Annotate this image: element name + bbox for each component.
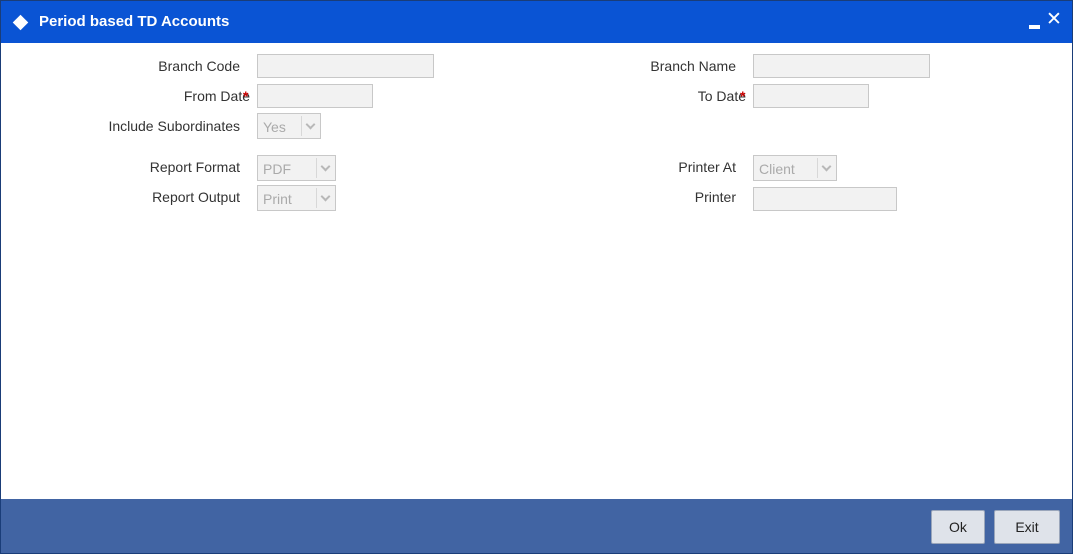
- exit-button[interactable]: Exit: [994, 510, 1060, 544]
- from-date-required-marker: *: [243, 88, 249, 104]
- branch-name-field[interactable]: [753, 54, 930, 78]
- report-format-select[interactable]: PDF: [257, 155, 336, 181]
- to-date-label: To Date: [697, 88, 746, 104]
- from-date-label: From Date: [183, 88, 250, 104]
- diamond-icon: [12, 14, 29, 31]
- include-subordinates-select[interactable]: Yes: [257, 113, 321, 139]
- branch-code-field[interactable]: [257, 54, 434, 78]
- printer-at-select[interactable]: Client: [753, 155, 837, 181]
- dialog-window: Period based TD Accounts ✕ Branch Code B…: [0, 0, 1073, 554]
- report-output-label: Report Output: [152, 189, 240, 205]
- printer-label: Printer: [694, 189, 736, 205]
- printer-field[interactable]: [753, 187, 897, 211]
- close-icon[interactable]: ✕: [1046, 9, 1062, 29]
- chevron-down-icon: [817, 158, 836, 178]
- chevron-down-icon: [316, 158, 335, 178]
- window-title: Period based TD Accounts: [39, 13, 230, 30]
- include-subordinates-label: Include Subordinates: [108, 118, 240, 134]
- from-date-field[interactable]: [257, 84, 373, 108]
- chevron-down-icon: [301, 116, 320, 136]
- branch-code-label: Branch Code: [158, 58, 240, 74]
- title-bar[interactable]: Period based TD Accounts ✕: [1, 1, 1072, 43]
- chevron-down-icon: [316, 188, 335, 208]
- to-date-field[interactable]: [753, 84, 869, 108]
- report-format-label: Report Format: [149, 159, 240, 175]
- minimize-icon[interactable]: [1028, 11, 1042, 31]
- branch-name-label: Branch Name: [650, 58, 736, 74]
- to-date-required-marker: *: [740, 88, 746, 104]
- printer-at-label: Printer At: [678, 159, 736, 175]
- dialog-footer: Ok Exit: [1, 499, 1072, 553]
- ok-button[interactable]: Ok: [931, 510, 985, 544]
- report-output-select[interactable]: Print: [257, 185, 336, 211]
